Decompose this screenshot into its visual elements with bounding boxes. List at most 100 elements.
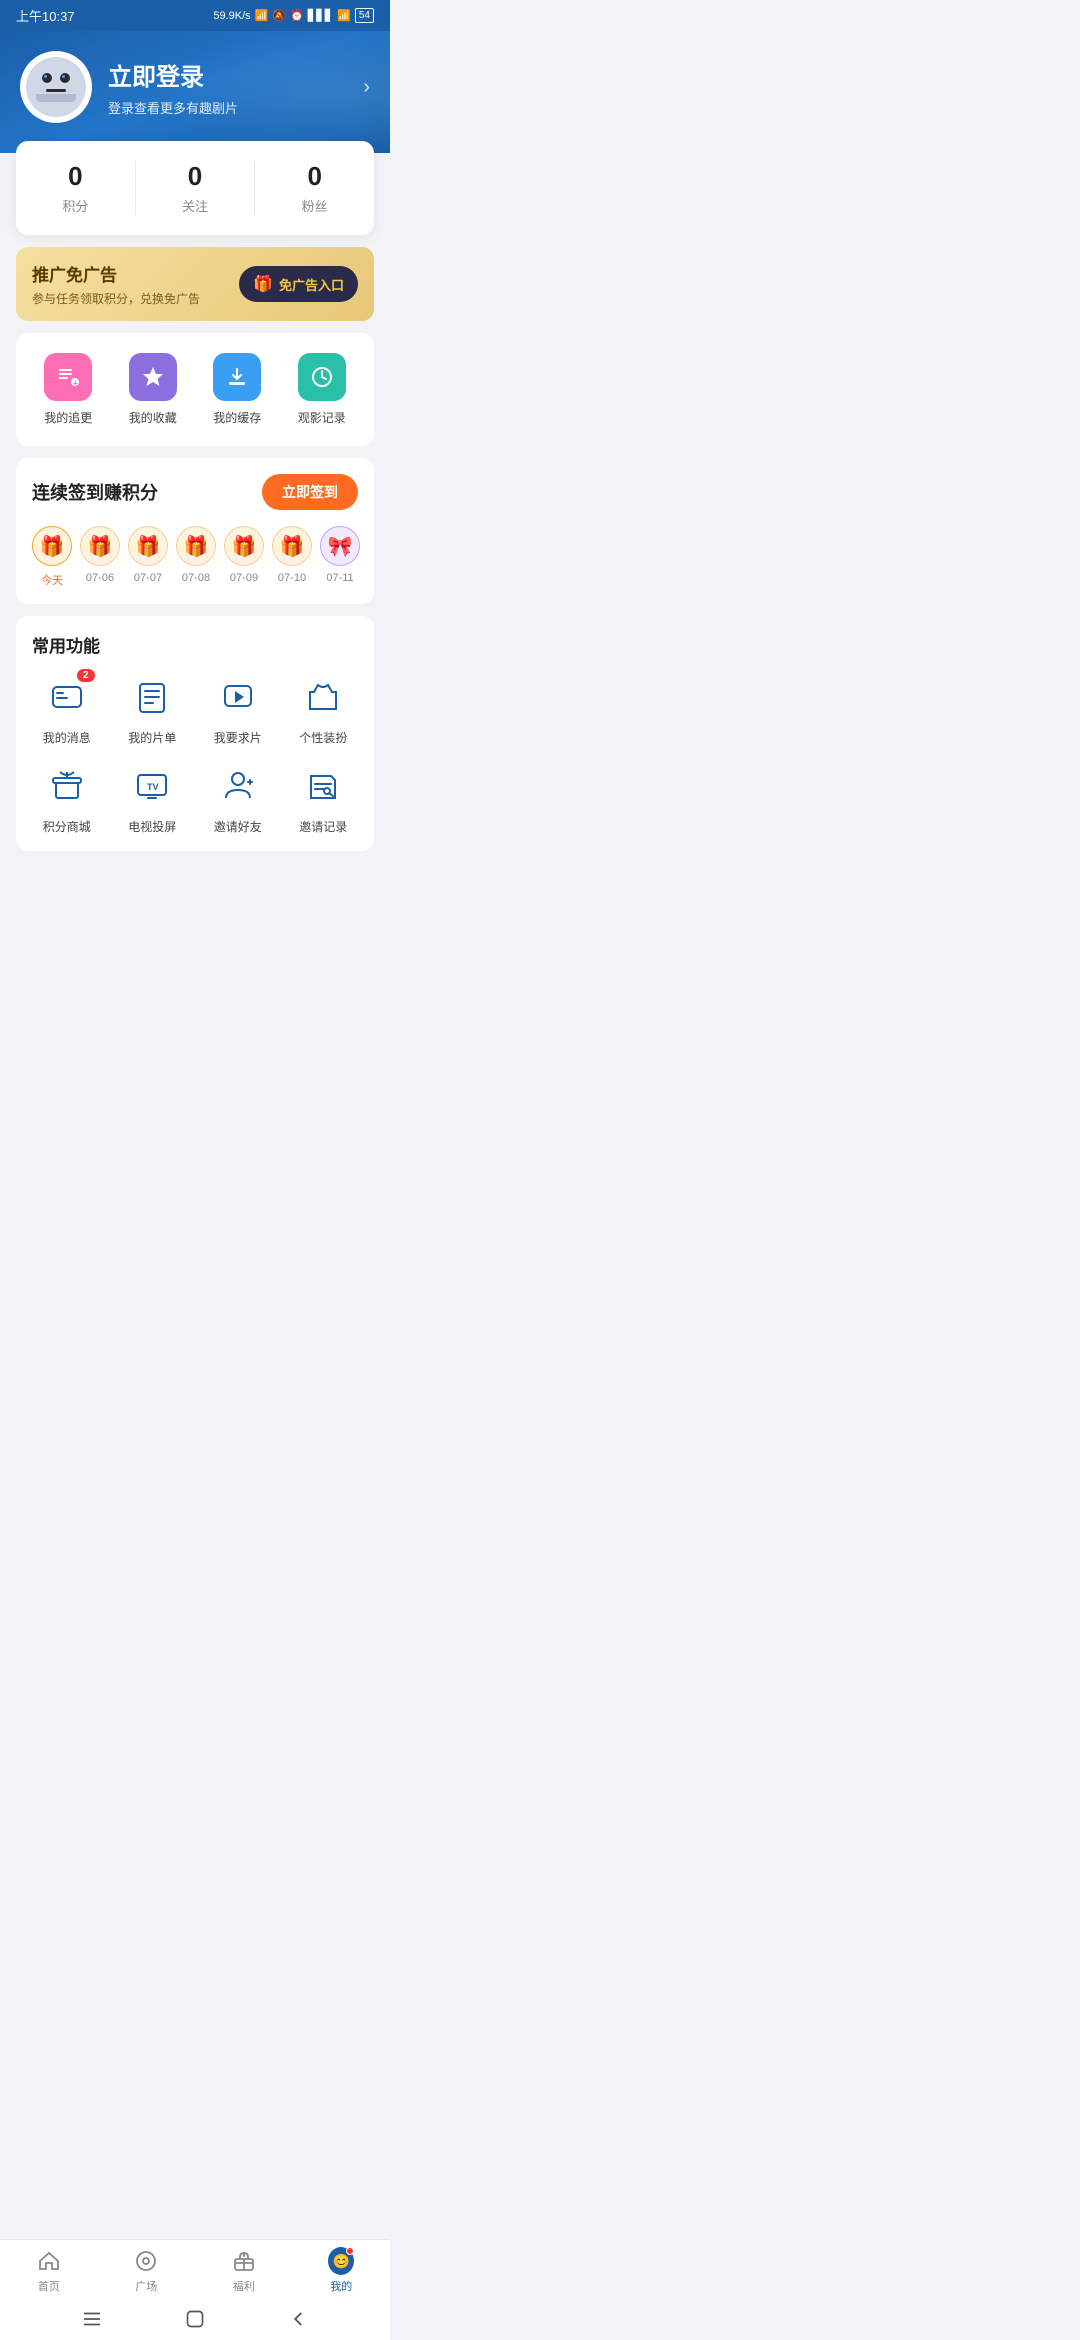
nav-plaza[interactable]: 广场: [98, 2248, 196, 2294]
stats-card: 0 积分 0 关注 0 粉丝: [16, 141, 374, 235]
alarm-icon: ⏰: [290, 9, 304, 22]
bluetooth-icon: 📶: [255, 9, 269, 22]
func-playlist[interactable]: 我的片单: [118, 673, 188, 746]
menu-item-history[interactable]: 观影记录: [298, 353, 346, 426]
checkin-button[interactable]: 立即签到: [262, 474, 358, 510]
day-today[interactable]: 🎁 今天: [32, 526, 72, 588]
promo-banner[interactable]: 推广免广告 参与任务领取积分，兑换免广告 🎁 免广告入口: [16, 247, 374, 321]
sys-back-btn[interactable]: [287, 2308, 309, 2330]
promo-title: 推广免广告: [32, 261, 200, 286]
profile-header: 立即登录 登录查看更多有趣剧片 ›: [0, 31, 390, 153]
checkin-header: 连续签到赚积分 立即签到: [32, 474, 358, 510]
quick-menu-grid: + 我的追更 我的收藏: [26, 353, 364, 426]
checkin-section: 连续签到赚积分 立即签到 🎁 今天 🎁 07-06 🎁 07-07 🎁 07-0…: [16, 458, 374, 604]
nav-home[interactable]: 首页: [0, 2248, 98, 2294]
day-gift-6: 🎀: [320, 526, 360, 566]
plaza-icon: [133, 2248, 159, 2274]
func-label-invite: 邀请好友: [214, 818, 262, 835]
nav-welfare[interactable]: 福利: [195, 2248, 293, 2294]
func-outfit[interactable]: 个性装扮: [289, 673, 359, 746]
header-text: 立即登录 登录查看更多有趣剧片: [108, 57, 347, 117]
day-1[interactable]: 🎁 07-06: [80, 526, 120, 588]
func-label-request: 我要求片: [214, 729, 262, 746]
day-5[interactable]: 🎁 07-10: [272, 526, 312, 588]
menu-item-favorites[interactable]: 我的收藏: [129, 353, 177, 426]
menu-item-watching[interactable]: + 我的追更: [44, 353, 92, 426]
day-label-1: 07-06: [86, 572, 114, 584]
header-arrow[interactable]: ›: [363, 76, 370, 99]
avatar[interactable]: [20, 51, 92, 123]
day-label-today: 今天: [41, 572, 63, 588]
checkin-days: 🎁 今天 🎁 07-06 🎁 07-07 🎁 07-08 🎁 07-09 🎁: [32, 526, 358, 588]
day-2[interactable]: 🎁 07-07: [128, 526, 168, 588]
menu-label-watching: 我的追更: [44, 409, 92, 426]
stat-fans[interactable]: 0 粉丝: [254, 161, 374, 215]
day-gift-5: 🎁: [272, 526, 312, 566]
tv-icon: TV: [128, 762, 176, 810]
message-badge: 2: [77, 669, 95, 682]
func-label-inviterecord: 邀请记录: [299, 818, 347, 835]
func-request[interactable]: 我要求片: [203, 673, 273, 746]
promo-btn-label: 免广告入口: [279, 275, 344, 294]
favorites-icon: [129, 353, 177, 401]
watching-icon: +: [44, 353, 92, 401]
status-time: 上午10:37: [16, 6, 75, 25]
day-6[interactable]: 🎀 07-11: [320, 526, 360, 588]
promo-button[interactable]: 🎁 免广告入口: [239, 266, 358, 302]
func-invite[interactable]: 邀请好友: [203, 762, 273, 835]
nav-welfare-label: 福利: [233, 2278, 255, 2294]
checkin-title: 连续签到赚积分: [32, 479, 158, 505]
invite-icon: [214, 762, 262, 810]
bottom-nav: 首页 广场 福利: [0, 2239, 390, 2340]
welfare-icon: [231, 2248, 257, 2274]
status-right: 59.9K/s 📶 🔕 ⏰ ▋▋▋ 📶 54: [213, 8, 374, 23]
functions-grid: 2 我的消息 我的片单: [32, 673, 358, 835]
network-speed: 59.9K/s: [213, 10, 250, 22]
menu-label-cache: 我的缓存: [213, 409, 261, 426]
day-4[interactable]: 🎁 07-09: [224, 526, 264, 588]
fans-value: 0: [307, 161, 321, 192]
day-gift-3: 🎁: [176, 526, 216, 566]
inviterecord-icon: [299, 762, 347, 810]
history-icon: [298, 353, 346, 401]
nav-profile[interactable]: 😊 我的: [293, 2248, 391, 2294]
func-tv[interactable]: TV 电视投屏: [118, 762, 188, 835]
day-label-5: 07-10: [278, 572, 306, 584]
sys-home-btn[interactable]: [185, 2309, 205, 2329]
shop-icon: [43, 762, 91, 810]
common-functions-title: 常用功能: [32, 632, 358, 657]
message-icon: 2: [43, 673, 91, 721]
svg-text:TV: TV: [147, 782, 159, 792]
stat-following[interactable]: 0 关注: [135, 161, 255, 215]
day-gift-1: 🎁: [80, 526, 120, 566]
sys-menu-btn[interactable]: [81, 2308, 103, 2330]
func-inviterecord[interactable]: 邀请记录: [289, 762, 359, 835]
menu-item-cache[interactable]: 我的缓存: [213, 353, 261, 426]
func-label-shop: 积分商城: [43, 818, 91, 835]
day-label-6: 07-11: [326, 572, 353, 584]
promo-text: 推广免广告 参与任务领取积分，兑换免广告: [32, 261, 200, 307]
nav-profile-label: 我的: [330, 2278, 352, 2294]
request-icon: [214, 673, 262, 721]
stat-points[interactable]: 0 积分: [16, 161, 135, 215]
login-title: 立即登录: [108, 57, 347, 92]
nav-plaza-label: 广场: [135, 2278, 157, 2294]
profile-nav-icon: 😊: [328, 2248, 354, 2274]
signal-icon: ▋▋▋: [308, 9, 333, 22]
day-3[interactable]: 🎁 07-08: [176, 526, 216, 588]
playlist-icon: [128, 673, 176, 721]
home-icon: [36, 2248, 62, 2274]
promo-subtitle: 参与任务领取积分，兑换免广告: [32, 290, 200, 307]
volume-icon: 🔕: [272, 9, 286, 22]
func-shop[interactable]: 积分商城: [32, 762, 102, 835]
func-messages[interactable]: 2 我的消息: [32, 673, 102, 746]
common-functions: 常用功能 2 我的消息: [16, 616, 374, 851]
day-label-3: 07-08: [182, 572, 210, 584]
following-label: 关注: [182, 196, 208, 215]
fans-label: 粉丝: [302, 196, 328, 215]
func-label-messages: 我的消息: [43, 729, 91, 746]
func-label-playlist: 我的片单: [128, 729, 176, 746]
quick-menu: + 我的追更 我的收藏: [16, 333, 374, 446]
status-bar: 上午10:37 59.9K/s 📶 🔕 ⏰ ▋▋▋ 📶 54: [0, 0, 390, 31]
day-label-2: 07-07: [134, 572, 162, 584]
